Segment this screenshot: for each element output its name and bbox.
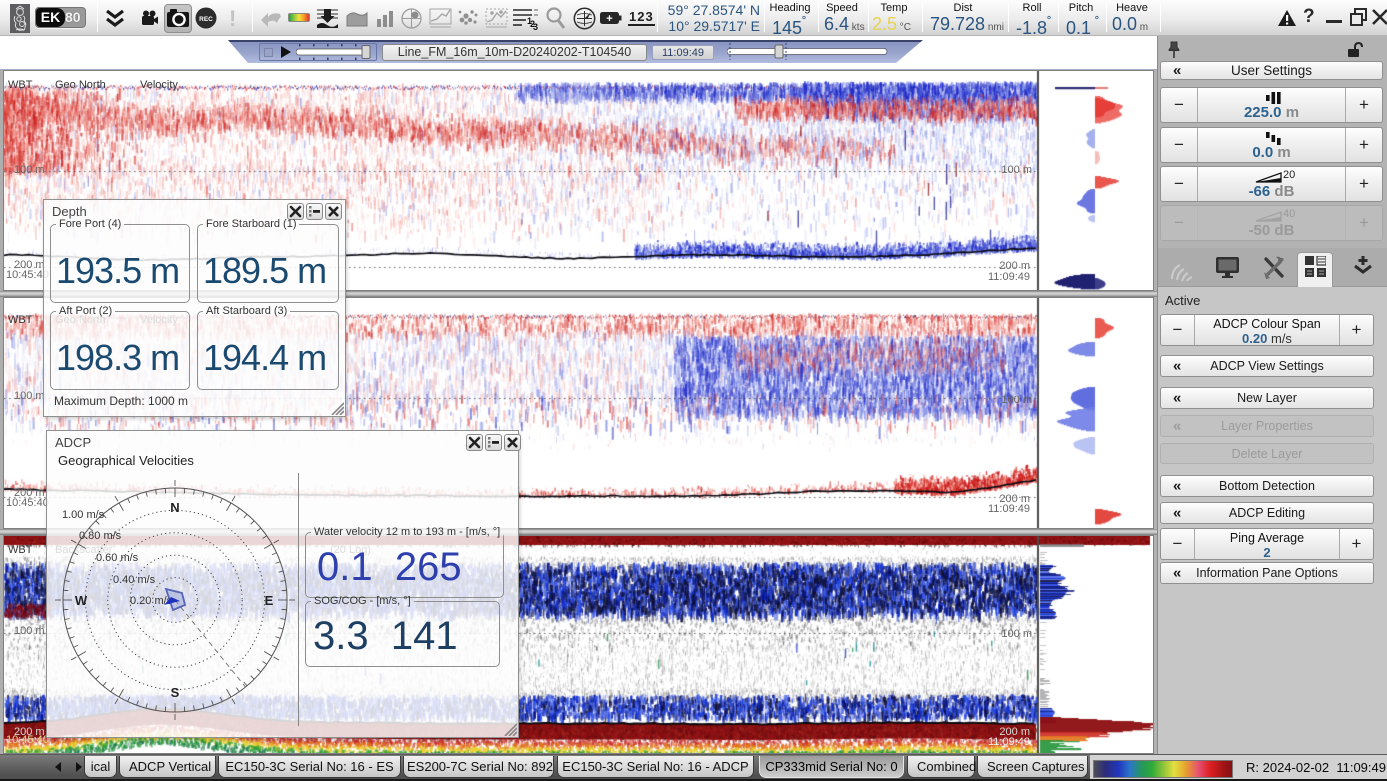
svg-text:+: + (606, 13, 612, 25)
svg-text:REC: REC (199, 16, 213, 23)
svg-text:N: N (170, 500, 179, 515)
svg-text:1.00 m/s: 1.00 m/s (62, 509, 105, 521)
svg-text:0.60 m/s: 0.60 m/s (96, 552, 139, 564)
svg-text:S: S (171, 685, 180, 700)
svg-text:0.40 m/s: 0.40 m/s (113, 574, 156, 586)
svg-text:0.20 m/s: 0.20 m/s (130, 595, 173, 607)
svg-text:W: W (75, 593, 88, 608)
svg-text:0.80 m/s: 0.80 m/s (79, 530, 122, 542)
svg-text:3: 3 (533, 22, 538, 30)
svg-text:E: E (265, 593, 274, 608)
